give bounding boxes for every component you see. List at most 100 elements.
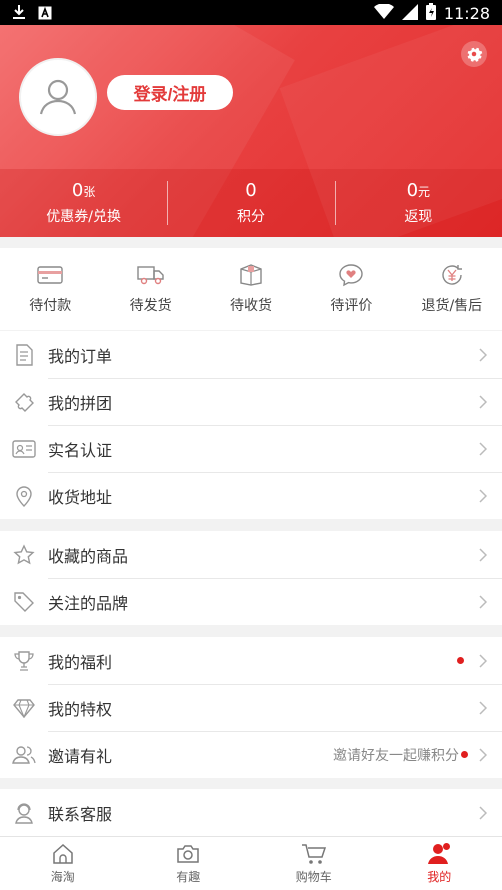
nav-interesting[interactable]: 有趣 <box>126 837 252 890</box>
nav-label: 有趣 <box>176 870 201 884</box>
nav-mine[interactable]: 我的 <box>377 837 502 890</box>
order-label: 退货/售后 <box>421 298 483 314</box>
nav-haitao[interactable]: 海淘 <box>0 837 126 890</box>
stat-value: 0 <box>245 180 257 201</box>
invite-hint-text: 邀请好友一起赚积分 <box>333 747 459 764</box>
nav-cart[interactable]: 购物车 <box>251 837 377 890</box>
user-placeholder-icon <box>39 79 77 115</box>
menu-label: 我的订单 <box>48 346 113 366</box>
order-refund[interactable]: 退货/售后 <box>402 248 502 330</box>
download-icon <box>12 4 26 24</box>
stat-cashback[interactable]: 0元 返现 <box>334 169 502 237</box>
cart-icon <box>301 842 327 866</box>
order-label: 待收货 <box>230 298 273 314</box>
menu-label: 我的拼团 <box>48 393 113 413</box>
menu-my-orders[interactable]: 我的订单 <box>0 331 502 378</box>
trophy-icon <box>0 650 48 672</box>
notification-dot <box>443 843 450 850</box>
stat-value: 0 <box>406 180 419 201</box>
battery-icon <box>425 3 436 24</box>
signal-icon <box>401 3 418 24</box>
gear-icon <box>467 47 483 62</box>
nav-label: 海淘 <box>50 870 75 884</box>
nav-label: 购物车 <box>295 870 332 884</box>
status-bar: 11:28 <box>0 0 502 25</box>
chevron-right-icon <box>472 488 494 503</box>
tag-icon <box>0 591 48 613</box>
menu-label: 实名认证 <box>48 440 113 460</box>
menu-group-orders: 我的订单 我的拼团 实名认证 收货地址 <box>0 331 502 519</box>
stat-unit: 张 <box>83 185 96 199</box>
id-card-icon <box>0 439 48 458</box>
stat-label: 返现 <box>404 209 433 225</box>
stat-value: 0 <box>71 180 84 201</box>
service-icon <box>0 802 48 824</box>
notification-dot <box>461 751 468 758</box>
order-pending-receipt[interactable]: 待收货 <box>201 248 301 330</box>
chevron-right-icon <box>472 653 494 668</box>
stat-coupons[interactable]: 0张 优惠券/兑换 <box>0 169 167 237</box>
menu-my-benefits[interactable]: 我的福利 <box>0 637 502 684</box>
comment-heart-icon <box>337 263 365 287</box>
menu-group-benefits: 我的福利 我的特权 邀请有礼 邀请好友一起赚积分 <box>0 637 502 778</box>
status-time: 11:28 <box>443 4 490 23</box>
bottom-navigation: 海淘 有趣 购物车 我的 <box>0 836 502 890</box>
chevron-right-icon <box>472 394 494 409</box>
menu-label: 我的特权 <box>48 699 113 719</box>
menu-label: 收藏的商品 <box>48 546 129 566</box>
home-icon <box>52 842 74 866</box>
menu-label: 联系客服 <box>48 804 113 824</box>
order-status-bar: 待付款 待发货 待收货 待评价 退货/售后 <box>0 248 502 330</box>
box-icon <box>237 263 265 287</box>
menu-real-name-verification[interactable]: 实名认证 <box>0 425 502 472</box>
chevron-right-icon <box>472 805 494 820</box>
stat-label: 优惠券/兑换 <box>46 209 122 225</box>
diamond-icon <box>0 698 48 718</box>
wifi-icon <box>373 2 394 24</box>
menu-my-privileges[interactable]: 我的特权 <box>0 684 502 731</box>
menu-contact-service[interactable]: 联系客服 <box>0 789 502 836</box>
chevron-right-icon <box>472 347 494 362</box>
avatar[interactable] <box>19 58 97 136</box>
menu-label: 收货地址 <box>48 487 113 507</box>
order-label: 待发货 <box>129 298 172 314</box>
stat-unit: 元 <box>418 185 431 199</box>
menu-my-group-buy[interactable]: 我的拼团 <box>0 378 502 425</box>
menu-label: 关注的品牌 <box>48 593 129 613</box>
stat-label: 积分 <box>236 209 265 225</box>
star-icon <box>0 543 48 566</box>
profile-header: 登录/注册 0张 优惠券/兑换 0 积分 0元 返现 <box>0 25 502 237</box>
chevron-right-icon <box>472 700 494 715</box>
login-register-button[interactable]: 登录/注册 <box>107 75 233 110</box>
notification-dot <box>457 657 464 664</box>
puzzle-icon <box>0 391 48 413</box>
stats-bar: 0张 优惠券/兑换 0 积分 0元 返现 <box>0 169 502 237</box>
menu-label: 邀请有礼 <box>48 746 113 766</box>
font-icon <box>38 5 52 24</box>
refund-icon <box>438 263 466 287</box>
document-icon <box>0 343 48 366</box>
menu-group-service: 联系客服 <box>0 789 502 836</box>
chevron-right-icon <box>472 441 494 456</box>
stat-points[interactable]: 0 积分 <box>167 169 334 237</box>
order-pending-shipment[interactable]: 待发货 <box>100 248 200 330</box>
truck-icon <box>136 263 165 287</box>
users-icon <box>0 745 48 765</box>
chevron-right-icon <box>472 747 494 762</box>
menu-followed-brands[interactable]: 关注的品牌 <box>0 578 502 625</box>
settings-button[interactable] <box>461 41 487 67</box>
location-icon <box>0 485 48 507</box>
order-label: 待评价 <box>330 298 373 314</box>
order-pending-review[interactable]: 待评价 <box>301 248 401 330</box>
menu-favorite-products[interactable]: 收藏的商品 <box>0 531 502 578</box>
chevron-right-icon <box>472 594 494 609</box>
order-pending-payment[interactable]: 待付款 <box>0 248 100 330</box>
menu-label: 我的福利 <box>48 652 113 672</box>
menu-shipping-address[interactable]: 收货地址 <box>0 472 502 519</box>
card-icon <box>36 263 64 287</box>
nav-label: 我的 <box>427 870 452 884</box>
camera-icon <box>176 842 200 866</box>
order-label: 待付款 <box>29 298 72 314</box>
menu-group-favorites: 收藏的商品 关注的品牌 <box>0 531 502 625</box>
menu-invite-rewards[interactable]: 邀请有礼 邀请好友一起赚积分 <box>0 731 502 778</box>
